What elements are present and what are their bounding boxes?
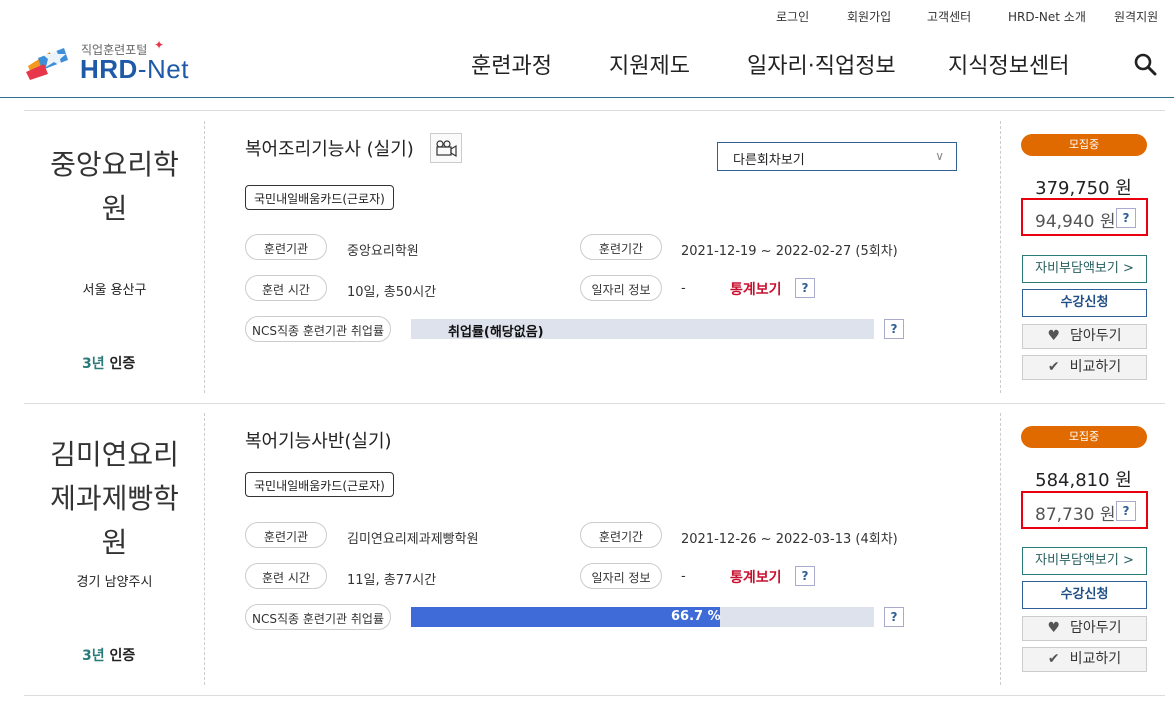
institution-location: 경기 남양주시 (76, 575, 153, 590)
status-badge: 모집중 (1021, 426, 1147, 448)
chevron-down-icon: ∨ (935, 149, 944, 163)
job-info-value: - (681, 569, 686, 584)
self-pay-view-button[interactable]: 자비부담액보기 > (1022, 547, 1147, 575)
org-label: 훈련기관 (245, 522, 327, 548)
nav-job-info[interactable]: 일자리·직업정보 (747, 48, 896, 80)
stats-link[interactable]: 통계보기 (730, 567, 782, 587)
self-pay-help-button[interactable]: ? (1116, 208, 1136, 228)
institution-column: 중앙요리학 원 서울 용산구 3년 인증 (24, 121, 205, 393)
course-title[interactable]: 복어조리기능사 (실기) (245, 135, 414, 161)
employment-help-button[interactable]: ? (884, 319, 904, 339)
course-price: 379,750 원 (1035, 178, 1132, 199)
institution-name[interactable]: 김미연요리 제과제빵학 원 (24, 433, 205, 565)
logo-wordmark: HRD-Net (80, 54, 189, 84)
status-badge: 모집중 (1021, 134, 1147, 156)
course-title[interactable]: 복어기능사반(실기) (245, 427, 392, 453)
apply-button[interactable]: 수강신청 (1022, 581, 1147, 609)
period-label: 훈련기간 (580, 234, 662, 260)
hrd-net-logo[interactable]: 직업훈련포털 ✦ HRD-Net (24, 38, 194, 86)
site-header: 로그인 회원가입 고객센터 HRD-Net 소개 원격지원 직업훈련포털 ✦ H… (0, 0, 1174, 98)
list-divider (24, 695, 1165, 696)
price-column: 모집중 379,750 원 94,940 원 ? 자비부담액보기 > 수강신청 … (1000, 121, 1165, 393)
stats-help-button[interactable]: ? (795, 566, 815, 586)
check-icon: ✔ (1047, 359, 1060, 375)
period-value: 2021-12-19 ~ 2022-02-27 (5회차) (681, 244, 898, 259)
check-icon: ✔ (1047, 651, 1060, 667)
hours-value: 11일, 총77시간 (347, 573, 437, 588)
hours-value: 10일, 총50시간 (347, 285, 437, 300)
list-divider (24, 403, 1165, 404)
self-pay-view-button[interactable]: 자비부담액보기 > (1022, 255, 1147, 283)
funding-badge: 국민내일배움카드(근로자) (245, 472, 394, 497)
employment-rate-bar: 66.7 % (411, 607, 874, 627)
job-info-value: - (681, 281, 686, 296)
wishlist-button[interactable]: ♥ 담아두기 (1022, 616, 1147, 641)
remote-support-link[interactable]: 원격지원 (1114, 8, 1174, 25)
about-link[interactable]: HRD-Net 소개 (1008, 8, 1098, 25)
funding-badge: 국민내일배움카드(근로자) (245, 185, 394, 210)
institution-name[interactable]: 중앙요리학 원 (24, 143, 205, 231)
login-link[interactable]: 로그인 (776, 8, 836, 25)
stats-help-button[interactable]: ? (795, 278, 815, 298)
nav-training-courses[interactable]: 훈련과정 (471, 48, 552, 80)
heart-icon: ♥ (1047, 328, 1061, 344)
hours-label: 훈련 시간 (245, 563, 327, 589)
hours-label: 훈련 시간 (245, 275, 327, 301)
job-info-label: 일자리 정보 (580, 275, 662, 301)
institution-location: 서울 용산구 (82, 283, 147, 298)
period-label: 훈련기간 (580, 522, 662, 548)
self-pay-amount: 87,730 원 (1035, 505, 1116, 525)
search-icon[interactable] (1133, 52, 1157, 76)
course-card: 중앙요리학 원 서울 용산구 3년 인증 복어조리기능사 (실기) 다른회차보기… (24, 121, 1165, 393)
certification-badge: 3년 인증 (82, 356, 136, 372)
job-info-label: 일자리 정보 (580, 563, 662, 589)
self-pay-amount: 94,940 원 (1035, 212, 1116, 232)
org-value: 중앙요리학원 (347, 244, 419, 259)
period-value: 2021-12-26 ~ 2022-03-13 (4회차) (681, 532, 898, 547)
employment-rate-bar: 취업률(해당없음) (411, 319, 874, 340)
video-icon[interactable] (430, 133, 462, 163)
signup-link[interactable]: 회원가입 (847, 8, 907, 25)
course-price: 584,810 원 (1035, 470, 1132, 491)
price-column: 모집중 584,810 원 87,730 원 ? 자비부담액보기 > 수강신청 … (1000, 413, 1165, 685)
other-rounds-select[interactable]: 다른회차보기 ∨ (717, 142, 957, 171)
course-card: 김미연요리 제과제빵학 원 경기 남양주시 3년 인증 복어기능사반(실기) 국… (24, 413, 1165, 685)
employment-rate-text: 66.7 % (671, 609, 721, 624)
compare-button[interactable]: ✔ 비교하기 (1022, 355, 1147, 380)
wishlist-button[interactable]: ♥ 담아두기 (1022, 324, 1147, 349)
logo-star-icon: ✦ (154, 38, 165, 52)
employment-rate-label: NCS직종 훈련기관 취업률 (245, 604, 391, 630)
apply-button[interactable]: 수강신청 (1022, 289, 1147, 317)
heart-icon: ♥ (1047, 620, 1061, 636)
self-pay-box: 94,940 원 ? (1021, 198, 1148, 236)
self-pay-box: 87,730 원 ? (1021, 491, 1148, 529)
org-label: 훈련기관 (245, 234, 327, 260)
nav-knowledge-center[interactable]: 지식정보센터 (948, 48, 1069, 80)
employment-help-button[interactable]: ? (884, 607, 904, 627)
org-value: 김미연요리제과제빵학원 (347, 532, 479, 547)
stats-link[interactable]: 통계보기 (730, 279, 782, 299)
employment-rate-text: 취업률(해당없음) (448, 325, 544, 340)
certification-badge: 3년 인증 (82, 648, 136, 664)
compare-button[interactable]: ✔ 비교하기 (1022, 647, 1147, 672)
employment-rate-label: NCS직종 훈련기관 취업률 (245, 316, 391, 342)
customer-center-link[interactable]: 고객센터 (927, 8, 987, 25)
logo-mark-icon (26, 46, 68, 80)
list-divider (24, 110, 1165, 111)
nav-support-system[interactable]: 지원제도 (609, 48, 690, 80)
self-pay-help-button[interactable]: ? (1116, 501, 1136, 521)
institution-column: 김미연요리 제과제빵학 원 경기 남양주시 3년 인증 (24, 413, 205, 685)
